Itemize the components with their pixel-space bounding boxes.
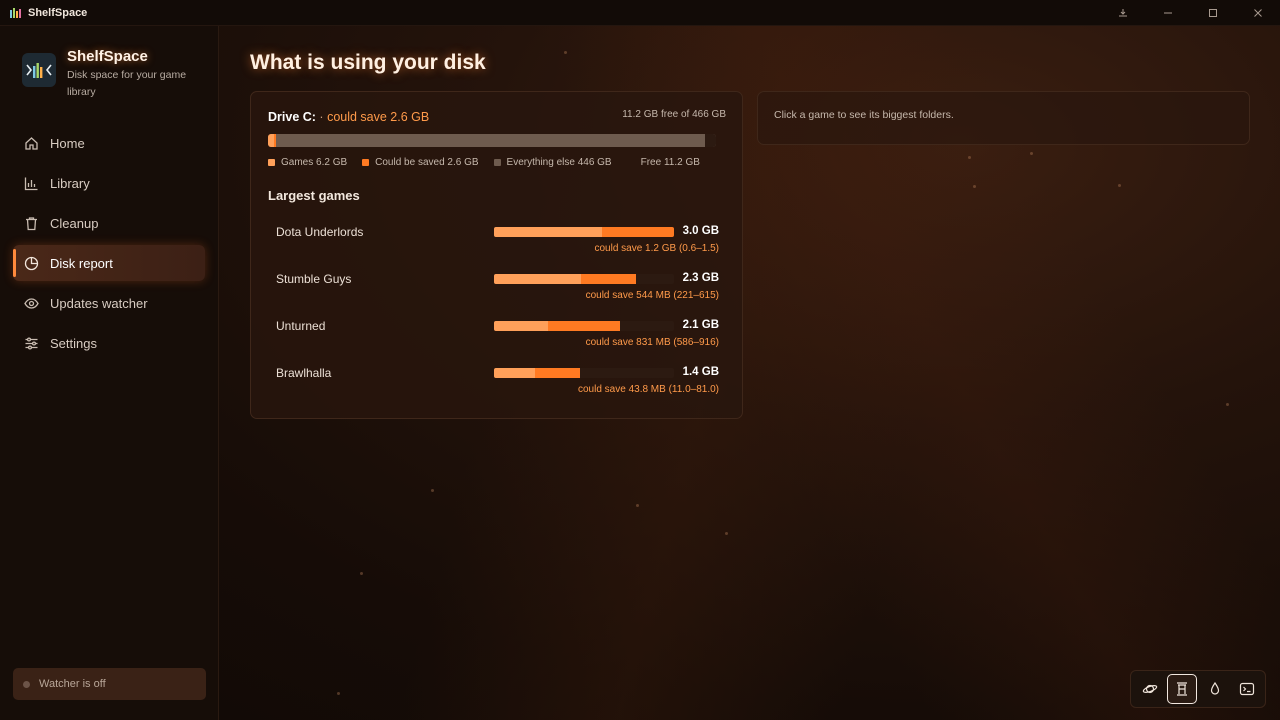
terminal-icon[interactable] <box>1233 674 1262 704</box>
window-title: ShelfSpace <box>28 6 88 19</box>
watcher-status-label: Watcher is off <box>39 678 106 690</box>
game-size-bar <box>494 227 674 237</box>
bar-save <box>548 321 620 331</box>
title-bar: ShelfSpace <box>0 0 1280 26</box>
drive-legend: Games 6.2 GB Could be saved 2.6 GB Every… <box>268 157 715 168</box>
sidebar-item-disk-report[interactable]: Disk report <box>13 245 205 281</box>
sidebar-item-cleanup[interactable]: Cleanup <box>13 205 205 241</box>
brand-logo-icon <box>22 53 56 87</box>
trash-icon <box>23 215 39 231</box>
page-title: What is using your disk <box>250 51 486 74</box>
sidebar: ShelfSpace Disk space for your game libr… <box>0 26 219 720</box>
minimize-icon[interactable] <box>1145 0 1190 26</box>
maximize-icon[interactable] <box>1190 0 1235 26</box>
game-row[interactable]: Stumble Guys 2.3 GB could save 544 MB (2… <box>276 271 719 318</box>
sidebar-item-library[interactable]: Library <box>13 165 205 201</box>
game-size-bar <box>494 368 674 378</box>
sliders-icon <box>23 335 39 351</box>
bar-keep <box>494 227 602 237</box>
game-size: 2.3 GB <box>682 272 719 284</box>
game-row[interactable]: Brawlhalla 1.4 GB could save 43.8 MB (11… <box>276 365 719 412</box>
sidebar-item-label: Cleanup <box>50 215 99 231</box>
folder-details-hint: Click a game to see its biggest folders. <box>774 109 954 121</box>
bar-save <box>580 274 637 284</box>
folder-details-panel: Click a game to see its biggest folders. <box>757 91 1250 145</box>
game-row[interactable]: Unturned 2.1 GB could save 831 MB (586–9… <box>276 318 719 365</box>
planet-icon[interactable] <box>1135 674 1164 704</box>
game-size: 1.4 GB <box>682 366 719 378</box>
brand-subtitle: Disk space for your game library <box>67 69 187 98</box>
legend-swatch <box>268 159 275 166</box>
bar-save <box>534 368 581 378</box>
game-name: Stumble Guys <box>276 272 352 286</box>
sidebar-item-updates-watcher[interactable]: Updates watcher <box>13 285 205 321</box>
game-name: Unturned <box>276 319 326 333</box>
legend-label: Free 11.2 GB <box>640 157 700 168</box>
game-could-save: could save 1.2 GB (0.6–1.5) <box>594 243 719 254</box>
game-name: Brawlhalla <box>276 366 332 380</box>
status-dot <box>23 680 30 688</box>
home-icon <box>23 135 39 151</box>
drive-separator: · <box>319 110 324 124</box>
sidebar-item-home[interactable]: Home <box>13 125 205 161</box>
sidebar-nav: Home Library Cleanup Disk report Updates… <box>0 125 218 361</box>
legend-label: Everything else 446 GB <box>506 157 612 168</box>
game-size-bar <box>494 321 674 331</box>
chart-icon <box>23 175 39 191</box>
drive-could-save: could save 2.6 GB <box>327 110 430 124</box>
bar-keep <box>494 368 535 378</box>
sidebar-item-settings[interactable]: Settings <box>13 325 205 361</box>
game-could-save: could save 43.8 MB (11.0–81.0) <box>577 384 719 395</box>
app-logo-icon <box>10 7 22 19</box>
eye-icon <box>23 295 39 311</box>
game-name: Dota Underlords <box>276 225 364 239</box>
legend-item: Games 6.2 GB <box>268 157 347 168</box>
sidebar-item-label: Home <box>50 135 85 151</box>
largest-games-list: Dota Underlords 3.0 GB could save 1.2 GB… <box>276 224 719 412</box>
legend-item: Everything else 446 GB <box>493 157 612 168</box>
drive-header: Drive C: · could save 2.6 GB <box>268 110 429 124</box>
close-icon[interactable] <box>1235 0 1280 26</box>
game-size: 3.0 GB <box>682 225 719 237</box>
theme-switcher <box>1130 670 1266 708</box>
drive-bar-free <box>705 134 716 147</box>
bar-keep <box>494 321 549 331</box>
game-row[interactable]: Dota Underlords 3.0 GB could save 1.2 GB… <box>276 224 719 271</box>
legend-item: Free 11.2 GB <box>641 157 700 168</box>
legend-swatch <box>362 159 370 166</box>
brand-name: ShelfSpace <box>67 48 148 65</box>
legend-swatch <box>493 159 501 166</box>
disk-report-card: Drive C: · could save 2.6 GB 11.2 GB fre… <box>250 91 743 419</box>
download-icon[interactable] <box>1100 0 1145 26</box>
game-size: 2.1 GB <box>682 319 719 331</box>
sidebar-item-label: Library <box>50 175 90 191</box>
watcher-status[interactable]: Watcher is off <box>13 668 206 700</box>
drive-bar-other <box>276 134 706 147</box>
drive-free-space: 11.2 GB free of 466 GB <box>622 109 726 120</box>
brand: ShelfSpace Disk space for your game libr… <box>0 26 218 101</box>
drop-icon[interactable] <box>1200 674 1229 704</box>
sidebar-item-label: Settings <box>50 335 97 351</box>
drive-name: Drive C: <box>268 110 316 124</box>
game-could-save: could save 831 MB (586–916) <box>585 337 719 348</box>
sidebar-item-label: Updates watcher <box>50 295 148 311</box>
game-could-save: could save 544 MB (221–615) <box>585 290 719 301</box>
pie-chart-icon <box>23 255 39 271</box>
legend-label: Could be saved 2.6 GB <box>375 157 479 168</box>
drive-usage-bar <box>268 134 716 147</box>
bar-keep <box>494 274 581 284</box>
legend-item: Could be saved 2.6 GB <box>362 157 479 168</box>
lantern-icon[interactable] <box>1167 674 1198 704</box>
game-size-bar <box>494 274 674 284</box>
sidebar-item-label: Disk report <box>50 255 113 271</box>
bar-save <box>602 227 674 237</box>
legend-label: Games 6.2 GB <box>281 157 348 168</box>
largest-games-heading: Largest games <box>268 188 360 203</box>
